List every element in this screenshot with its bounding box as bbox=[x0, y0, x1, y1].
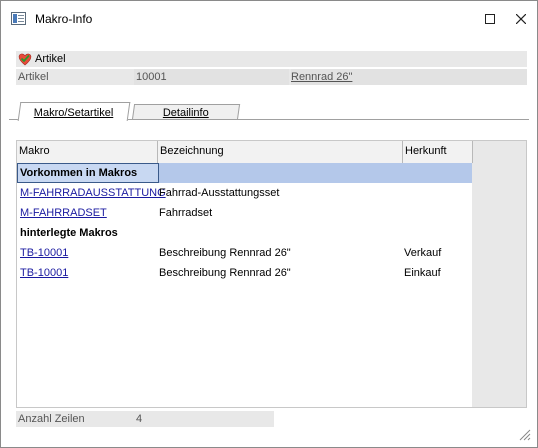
maximize-button[interactable] bbox=[475, 1, 505, 37]
makro-info-window: Makro-Info Artikel Artikel 10001 Rennrad… bbox=[0, 0, 538, 448]
row-count-bar: Anzahl Zeilen 4 bbox=[16, 411, 274, 427]
table-row[interactable]: TB-10001 Beschreibung Rennrad 26" Verkau… bbox=[17, 243, 472, 263]
row-group-label: hinterlegte Makros bbox=[20, 227, 118, 239]
column-header-makro[interactable]: Makro bbox=[17, 141, 158, 163]
makro-link[interactable]: M-FAHRRADAUSSTATTUNG bbox=[20, 187, 166, 199]
heart-check-icon bbox=[18, 53, 32, 66]
maximize-icon bbox=[485, 14, 495, 24]
bezeichnung-cell: Fahrrad-Ausstattungsset bbox=[159, 187, 280, 199]
row-count-value: 4 bbox=[136, 413, 143, 425]
bezeichnung-cell: Beschreibung Rennrad 26" bbox=[159, 267, 291, 279]
resize-grip-icon[interactable] bbox=[519, 429, 531, 441]
table-row[interactable]: hinterlegte Makros bbox=[17, 223, 472, 243]
bezeichnung-cell: Fahrradset bbox=[159, 207, 213, 219]
window-app-icon bbox=[11, 12, 26, 25]
table-row[interactable]: M-FAHRRADAUSSTATTUNG Fahrrad-Ausstattung… bbox=[17, 183, 472, 203]
makro-link[interactable]: TB-10001 bbox=[20, 267, 68, 279]
article-field-label: Artikel bbox=[18, 71, 49, 83]
herkunft-cell: Einkauf bbox=[404, 267, 441, 279]
article-info-row: Artikel 10001 Rennrad 26" bbox=[16, 69, 527, 85]
tab-makro-setartikel[interactable]: Makro/Setartikel bbox=[17, 102, 131, 121]
herkunft-cell: Verkauf bbox=[404, 247, 442, 259]
column-header-bezeichnung[interactable]: Bezeichnung bbox=[158, 141, 403, 163]
article-name-link[interactable]: Rennrad 26" bbox=[291, 71, 352, 83]
bezeichnung-cell: Beschreibung Rennrad 26" bbox=[159, 247, 291, 259]
table-row[interactable]: Vorkommen in Makros bbox=[17, 163, 472, 183]
row-count-label: Anzahl Zeilen bbox=[18, 413, 85, 425]
article-number: 10001 bbox=[136, 71, 167, 83]
row-group-label: Vorkommen in Makros bbox=[20, 167, 138, 179]
article-section-title: Artikel bbox=[35, 53, 66, 65]
article-section-header: Artikel bbox=[16, 51, 527, 67]
window-title: Makro-Info bbox=[35, 12, 93, 26]
makro-grid[interactable]: Makro Bezeichnung Herkunft Vorkommen in … bbox=[16, 140, 527, 408]
grid-body: Vorkommen in Makros M-FAHRRADAUSSTATTUNG… bbox=[17, 163, 472, 407]
close-button[interactable] bbox=[506, 1, 536, 37]
table-row[interactable]: TB-10001 Beschreibung Rennrad 26" Einkau… bbox=[17, 263, 472, 283]
column-header-herkunft[interactable]: Herkunft bbox=[403, 141, 473, 163]
makro-link[interactable]: M-FAHRRADSET bbox=[20, 207, 107, 219]
article-name-field: Rennrad 26" bbox=[291, 69, 527, 85]
close-icon bbox=[516, 14, 526, 24]
makro-link[interactable]: TB-10001 bbox=[20, 247, 68, 259]
article-number-field: 10001 bbox=[134, 69, 289, 85]
title-bar[interactable]: Makro-Info bbox=[1, 1, 537, 37]
tab-detailinfo[interactable]: Detailinfo bbox=[131, 104, 241, 120]
table-row[interactable]: M-FAHRRADSET Fahrradset bbox=[17, 203, 472, 223]
